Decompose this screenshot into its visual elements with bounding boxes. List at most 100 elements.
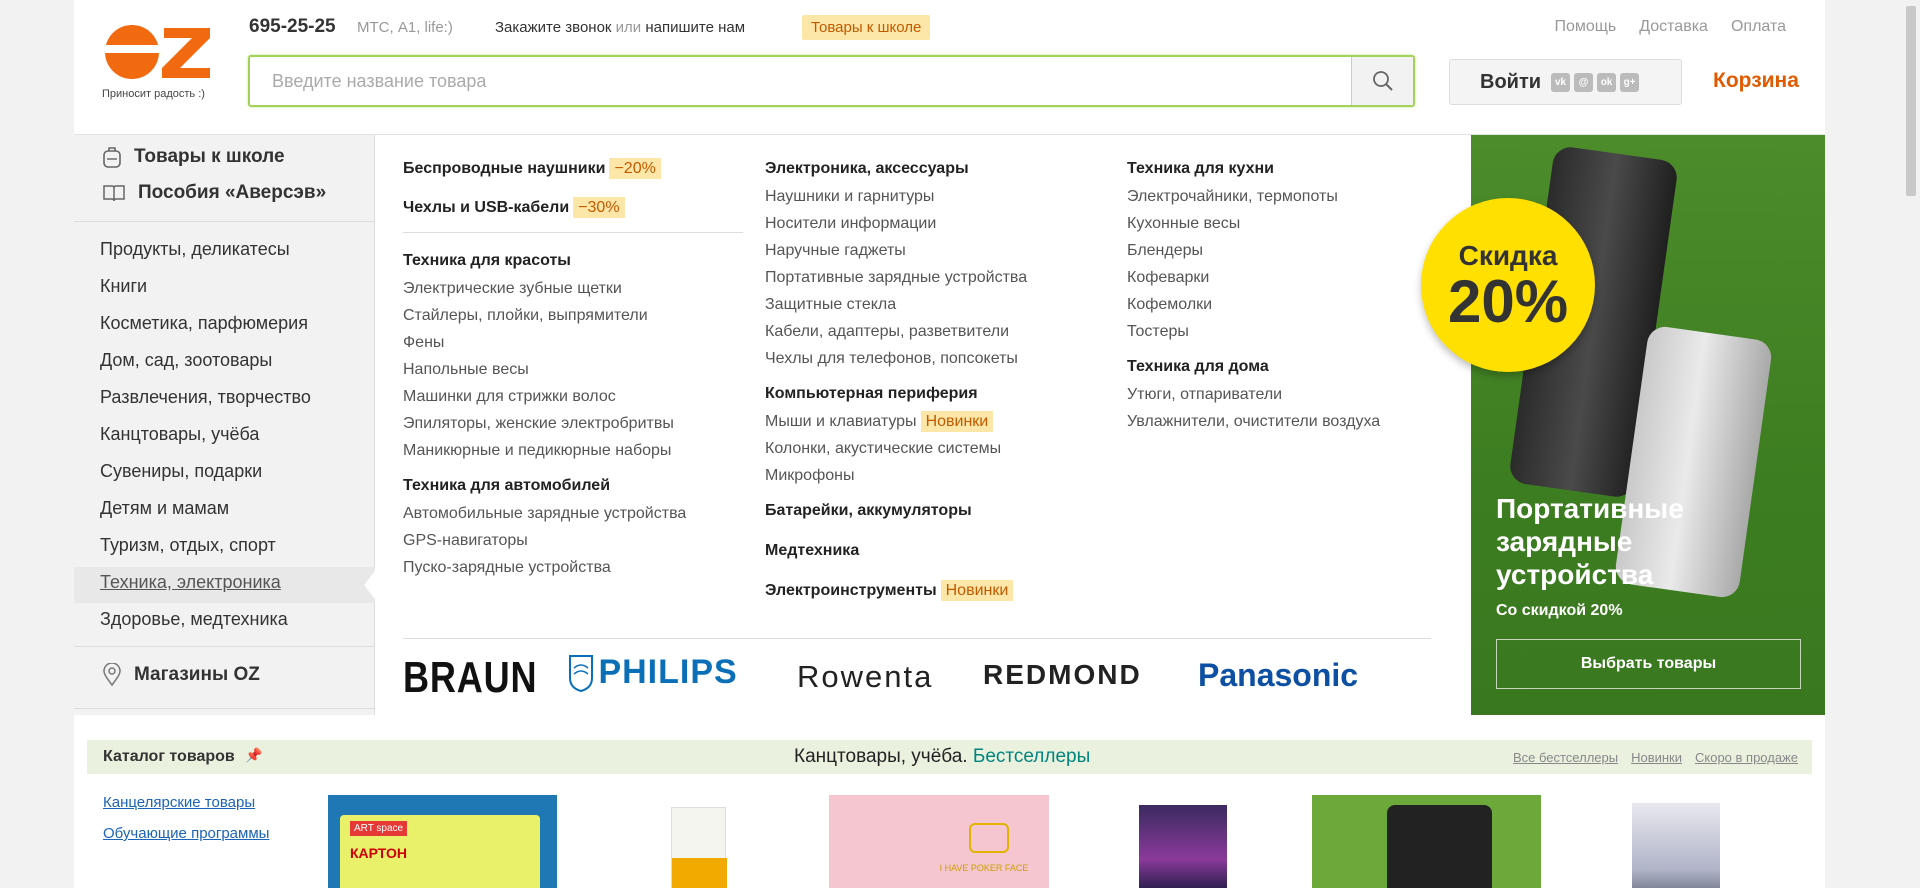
promo-banner[interactable]: Скидка 20% Портативные зарядные устройст… — [1421, 135, 1825, 715]
sidebar-item-souvenirs[interactable]: Сувениры, подарки — [100, 461, 262, 482]
category-sidebar: Товары к школе Пособия «Аверсэв» Продукт… — [74, 135, 378, 715]
promo-link-label: Чехлы и USB-кабели — [403, 199, 570, 216]
submenu-link[interactable]: Увлажнители, очистители воздуха — [1127, 408, 1447, 435]
submenu-link[interactable]: Защитные стекла — [765, 291, 1105, 318]
section-title-tools[interactable]: Электроинструменты Новинки — [765, 580, 1105, 605]
section-title-kitchen[interactable]: Техника для кухни — [1127, 159, 1447, 183]
submenu-link[interactable]: Напольные весы — [403, 356, 743, 383]
submenu-link[interactable]: Чехлы для телефонов, попсокеты — [765, 345, 1105, 372]
scrollbar-thumb[interactable] — [1906, 6, 1916, 196]
submenu-link[interactable]: Колонки, акустические системы — [765, 435, 1105, 462]
submenu-link[interactable]: GPS-навигаторы — [403, 527, 743, 554]
brand-braun[interactable]: BRAUN — [403, 653, 537, 703]
submenu-link[interactable]: Электрочайники, термопоты — [1127, 183, 1447, 210]
sidebar-item-food[interactable]: Продукты, деликатесы — [100, 239, 290, 260]
social-icons: vk @ ok g+ — [1551, 72, 1640, 92]
submenu-link[interactable]: Эпиляторы, женские электробритвы — [403, 410, 743, 437]
section-title-electronics[interactable]: Электроника, аксессуары — [765, 159, 1105, 183]
catalog-link-stationery[interactable]: Канцелярские товары — [103, 794, 255, 811]
page-scrollbar[interactable] — [1903, 0, 1920, 888]
section-title-medtech[interactable]: Медтехника — [765, 541, 1105, 581]
section-title-auto[interactable]: Техника для автомобилей — [403, 476, 743, 500]
brand-philips[interactable]: PHILIPS — [568, 653, 738, 692]
promo-link-cases[interactable]: Чехлы и USB-кабели −30% — [403, 197, 743, 222]
submenu-link[interactable]: Электрические зубные щетки — [403, 275, 743, 302]
pin-icon[interactable]: 📌 — [245, 747, 262, 764]
product-card-notebook[interactable]: I HAVE POKER FACE — [819, 795, 1049, 888]
order-call-link[interactable]: Закажите звонок — [495, 19, 611, 36]
payment-link[interactable]: Оплата — [1731, 18, 1786, 36]
delivery-link[interactable]: Доставка — [1639, 18, 1708, 36]
catalog-link-education[interactable]: Обучающие программы — [103, 825, 269, 842]
submenu-link-label: Мыши и клавиатуры — [765, 413, 917, 430]
all-bestsellers-link[interactable]: Все бестселлеры — [1513, 750, 1618, 765]
brand-rowenta[interactable]: Rowenta — [797, 659, 933, 695]
google-plus-icon[interactable]: g+ — [1620, 72, 1640, 92]
sidebar-item-health[interactable]: Здоровье, медтехника — [100, 609, 288, 630]
callback-links: Закажите звонок или напишите нам — [495, 19, 745, 36]
sidebar-item-cosmetics[interactable]: Косметика, парфюмерия — [100, 313, 308, 334]
sidebar-item-stationery[interactable]: Канцтовары, учёба — [100, 424, 259, 445]
product-card-notebook-mountain[interactable] — [1632, 795, 1722, 888]
search-button[interactable] — [1351, 57, 1413, 105]
submenu-link[interactable]: Наручные гаджеты — [765, 237, 1105, 264]
bestsellers-heading: Канцтовары, учёба. Бестселлеры — [794, 746, 1090, 768]
submenu-link[interactable]: Тостеры — [1127, 318, 1447, 345]
help-link[interactable]: Помощь — [1554, 18, 1616, 36]
ok-icon[interactable]: ok — [1597, 72, 1617, 92]
submenu-link[interactable]: Утюги, отпариватели — [1127, 381, 1447, 408]
submenu-link[interactable]: Маникюрные и педикюрные наборы — [403, 437, 743, 464]
submenu-link[interactable]: Кофемолки — [1127, 291, 1447, 318]
submenu-link[interactable]: Пуско-зарядные устройства — [403, 554, 743, 581]
product-card-eraser[interactable] — [646, 795, 736, 888]
sidebar-divider — [74, 708, 375, 709]
product-card-cardboard[interactable]: ART space КАРТОН — [328, 795, 557, 888]
oz-logo[interactable]: Приносит радость :) — [102, 20, 222, 110]
section-title-beauty[interactable]: Техника для красоты — [403, 251, 743, 275]
sidebar-item-tourism[interactable]: Туризм, отдых, спорт — [100, 535, 276, 556]
write-us-link[interactable]: напишите нам — [645, 19, 745, 36]
school-goods-badge[interactable]: Товары к школе — [802, 15, 931, 40]
product-card-notebook-city[interactable] — [1139, 795, 1229, 888]
brand-panasonic[interactable]: Panasonic — [1198, 657, 1358, 694]
section-title-batteries[interactable]: Батарейки, аккумуляторы — [765, 501, 1105, 541]
section-title-peripherals[interactable]: Компьютерная периферия — [765, 384, 1105, 408]
sidebar-item-home[interactable]: Дом, сад, зоотовары — [100, 350, 272, 371]
submenu-link[interactable]: Машинки для стрижки волос — [403, 383, 743, 410]
brand-redmond[interactable]: REDMOND — [983, 659, 1142, 691]
submenu-link[interactable]: Блендеры — [1127, 237, 1447, 264]
submenu-link[interactable]: Кабели, адаптеры, разветвители — [765, 318, 1105, 345]
phone-number[interactable]: 695-25-25 — [249, 16, 336, 38]
submenu-link[interactable]: Наушники и гарнитуры — [765, 183, 1105, 210]
submenu-link[interactable]: Фены — [403, 329, 743, 356]
sidebar-item-label: Магазины OZ — [134, 664, 260, 685]
submenu-link[interactable]: Портативные зарядные устройства — [765, 264, 1105, 291]
sidebar-item-school[interactable]: Товары к школе — [102, 145, 285, 169]
submenu-link[interactable]: Кухонные весы — [1127, 210, 1447, 237]
submenu-link[interactable]: Микрофоны — [765, 462, 1105, 489]
mail-icon[interactable]: @ — [1574, 72, 1594, 92]
sidebar-item-electronics[interactable]: Техника, электроника — [100, 572, 281, 593]
cart-link[interactable]: Корзина — [1713, 69, 1799, 93]
sidebar-item-stores[interactable]: Магазины OZ — [102, 663, 260, 687]
submenu-link[interactable]: Кофеварки — [1127, 264, 1447, 291]
submenu-link-mice[interactable]: Мыши и клавиатуры Новинки — [765, 408, 1105, 435]
promo-choose-button[interactable]: Выбрать товары — [1496, 639, 1801, 689]
submenu-link[interactable]: Стайлеры, плойки, выпрямители — [403, 302, 743, 329]
promo-link-headphones[interactable]: Беспроводные наушники −20% — [403, 158, 743, 198]
sidebar-item-aversev[interactable]: Пособия «Аверсэв» — [102, 182, 326, 204]
section-title-home[interactable]: Техника для дома — [1127, 357, 1447, 381]
catalog-title[interactable]: Каталог товаров — [103, 748, 235, 766]
sidebar-item-books[interactable]: Книги — [100, 276, 147, 297]
new-items-link[interactable]: Новинки — [1631, 750, 1682, 765]
vk-icon[interactable]: vk — [1551, 72, 1571, 92]
submenu-link[interactable]: Носители информации — [765, 210, 1105, 237]
map-pin-icon — [103, 663, 121, 687]
coming-soon-link[interactable]: Скоро в продаже — [1695, 750, 1798, 765]
product-card-pencils[interactable] — [1312, 795, 1541, 888]
sidebar-item-kids[interactable]: Детям и мамам — [100, 498, 229, 519]
login-button[interactable]: Войти vk @ ok g+ — [1449, 59, 1682, 105]
sidebar-item-entertainment[interactable]: Развлечения, творчество — [100, 387, 311, 408]
submenu-link[interactable]: Автомобильные зарядные устройства — [403, 500, 743, 527]
search-input[interactable] — [250, 57, 1360, 105]
